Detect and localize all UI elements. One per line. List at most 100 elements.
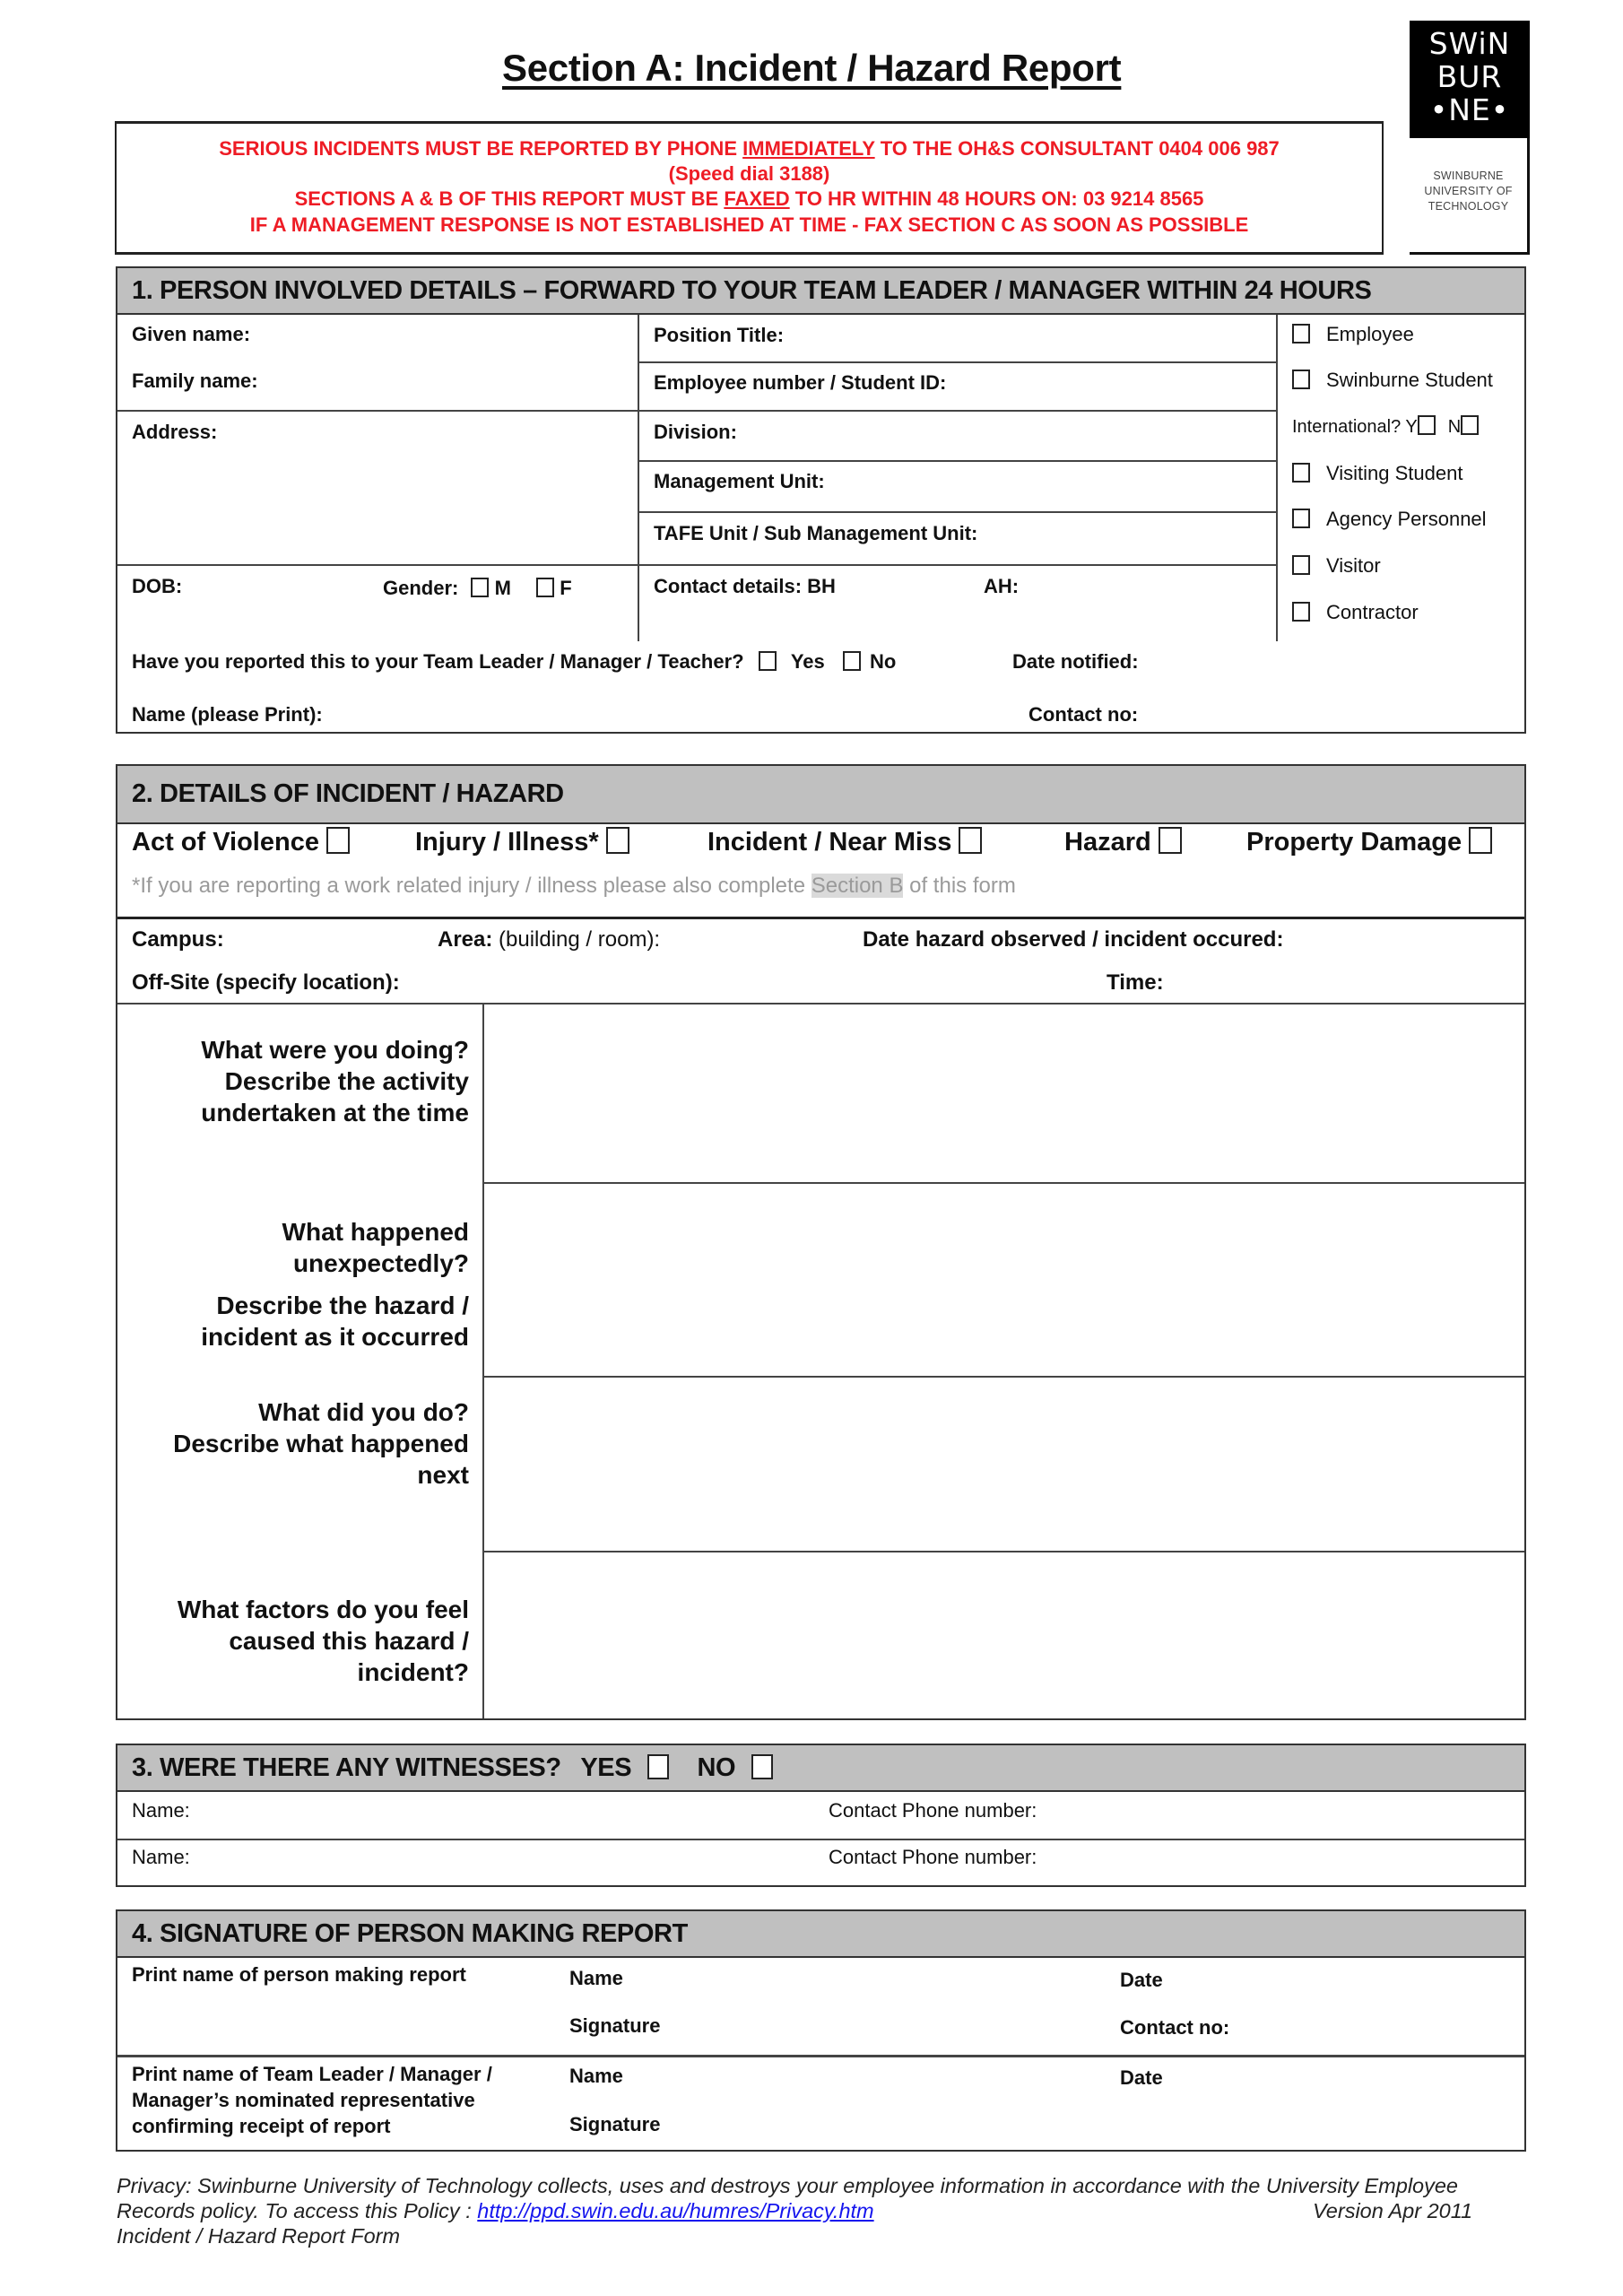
type-injury-illness[interactable]: Injury / Illness* [415,827,629,857]
option-label: Agency Personnel [1326,508,1487,530]
division-field[interactable]: Division: [654,421,737,444]
family-name-field[interactable]: Family name: [132,370,258,393]
date-observed-field[interactable]: Date hazard observed / incident occured: [863,928,1283,952]
checkbox[interactable] [1158,827,1182,854]
campus-field[interactable]: Campus: [132,928,224,952]
option-label: Contractor [1326,601,1419,623]
area-field[interactable]: Area: (building / room): [438,928,660,952]
witness-2-phone-field[interactable]: Contact Phone number: [829,1846,1037,1869]
employee-option[interactable]: Employee [1292,323,1414,346]
type-label: Incident / Near Miss [707,828,952,857]
contact-ah-field[interactable]: AH: [984,575,1019,598]
type-property-damage[interactable]: Property Damage [1246,827,1493,857]
visiting-student-option[interactable]: Visiting Student [1292,462,1462,485]
checkbox[interactable] [1292,602,1310,622]
address-field[interactable]: Address: [132,421,217,444]
witness-1-phone-field[interactable]: Contact Phone number: [829,1799,1037,1822]
international-yes-checkbox[interactable] [1417,415,1436,435]
option-label: Visiting Student [1326,462,1463,484]
time-field[interactable]: Time: [1107,971,1164,995]
checkbox[interactable] [959,827,983,854]
checkbox[interactable] [1292,324,1310,344]
section-b-note: *If you are reporting a work related inj… [132,874,1016,899]
type-label: Property Damage [1246,828,1462,857]
international-no-checkbox[interactable] [1461,415,1480,435]
tafe-unit-field[interactable]: TAFE Unit / Sub Management Unit: [654,522,977,545]
checkbox[interactable] [1292,370,1310,389]
question-line: next [417,1461,469,1489]
section-b-link[interactable]: Section B [811,874,904,898]
privacy-statement: Privacy: Swinburne University of Technol… [117,2174,1459,2197]
gender-f-checkbox[interactable] [536,578,555,597]
question-line: What factors do you feel [177,1596,469,1623]
section-person-involved: 1. PERSON INVOLVED DETAILS – FORWARD TO … [116,266,1526,643]
gender-m-checkbox[interactable] [471,578,490,597]
reporter-name-field[interactable]: Name [569,1967,623,1990]
gender-group: Gender: M F [383,577,572,600]
manager-name-field[interactable]: Name [569,2065,623,2088]
checkbox[interactable] [1469,827,1493,854]
reported-question-text: Have you reported this to your Team Lead… [132,650,744,673]
reported-no-checkbox[interactable] [842,651,861,671]
manager-label: Print name of Team Leader / Manager / Ma… [132,2061,492,2139]
option-label: Visitor [1326,554,1381,577]
checkbox[interactable] [1292,555,1310,575]
management-unit-field[interactable]: Management Unit: [654,470,825,493]
notice-text: TO THE OH&S CONSULTANT 0404 006 987 [874,137,1280,160]
manager-signature-field[interactable]: Signature [569,2113,660,2136]
checkbox[interactable] [326,827,351,854]
reporter-date-field[interactable]: Date [1120,1969,1163,1992]
manager-label-line: Print name of Team Leader / Manager / [132,2063,492,2085]
employee-number-field[interactable]: Employee number / Student ID: [654,371,946,395]
witness-yes-checkbox[interactable] [647,1754,669,1779]
contractor-option[interactable]: Contractor [1292,601,1419,624]
reported-yes-checkbox[interactable] [758,651,777,671]
question-what-happened: What happened unexpectedly? Describe the… [117,1182,469,1376]
position-title-field[interactable]: Position Title: [654,324,784,347]
name-print-field[interactable]: Name (please Print): [132,703,323,726]
date-notified-field[interactable]: Date notified: [1012,650,1139,674]
logo-word: SWiN [1428,26,1511,61]
type-label: Injury / Illness* [415,828,599,857]
reporter-signature-field[interactable]: Signature [569,2014,660,2038]
swinburne-student-option[interactable]: Swinburne Student [1292,369,1493,392]
question-line: unexpectedly? [292,1249,469,1277]
gender-f-label: F [560,577,572,599]
manager-date-field[interactable]: Date [1120,2066,1163,2090]
type-act-of-violence[interactable]: Act of Violence [132,827,351,857]
agency-personnel-option[interactable]: Agency Personnel [1292,508,1487,531]
reporter-contact-field[interactable]: Contact no: [1120,2016,1229,2039]
contact-no-field[interactable]: Contact no: [1028,703,1138,726]
type-incident-near-miss[interactable]: Incident / Near Miss [707,827,983,857]
type-label: Act of Violence [132,828,319,857]
section-heading-text: 3. WERE THERE ANY WITNESSES? [132,1753,561,1782]
question-line: What were you doing? [201,1036,469,1064]
offsite-location-field[interactable]: Off-Site (specify location): [132,971,400,995]
manager-label-line: confirming receipt of report [132,2115,391,2137]
activity-answer-area[interactable] [483,1004,1523,1181]
international-no-label: N [1447,417,1462,437]
witness-2-name-field[interactable]: Name: [132,1846,190,1869]
given-name-field[interactable]: Given name: [132,323,250,346]
checkbox[interactable] [605,827,629,854]
what-did-you-do-answer-area[interactable] [483,1378,1523,1550]
factors-answer-area[interactable] [483,1552,1523,1718]
type-hazard[interactable]: Hazard [1064,827,1182,856]
section-heading: 1. PERSON INVOLVED DETAILS – FORWARD TO … [117,268,1524,315]
privacy-policy-link[interactable]: http://ppd.swin.edu.au/humres/Privacy.ht… [477,2199,873,2222]
witness-yes-label: YES [580,1753,632,1782]
witness-no-checkbox[interactable] [751,1754,773,1779]
form-name: Incident / Hazard Report Form [117,2224,401,2248]
option-label: Employee [1326,323,1414,345]
column-divider [638,315,639,643]
notice-text: SERIOUS INCIDENTS MUST BE REPORTED BY PH… [219,137,743,160]
visitor-option[interactable]: Visitor [1292,554,1381,578]
checkbox[interactable] [1292,463,1310,483]
checkbox[interactable] [1292,509,1310,528]
witness-1-name-field[interactable]: Name: [132,1799,190,1822]
area-hint: (building / room): [492,927,661,952]
what-happened-answer-area[interactable] [483,1184,1523,1375]
reporter-label: Print name of person making report [132,1963,466,1986]
contact-bh-field[interactable]: Contact details: BH [654,575,836,598]
dob-field[interactable]: DOB: [132,575,182,598]
